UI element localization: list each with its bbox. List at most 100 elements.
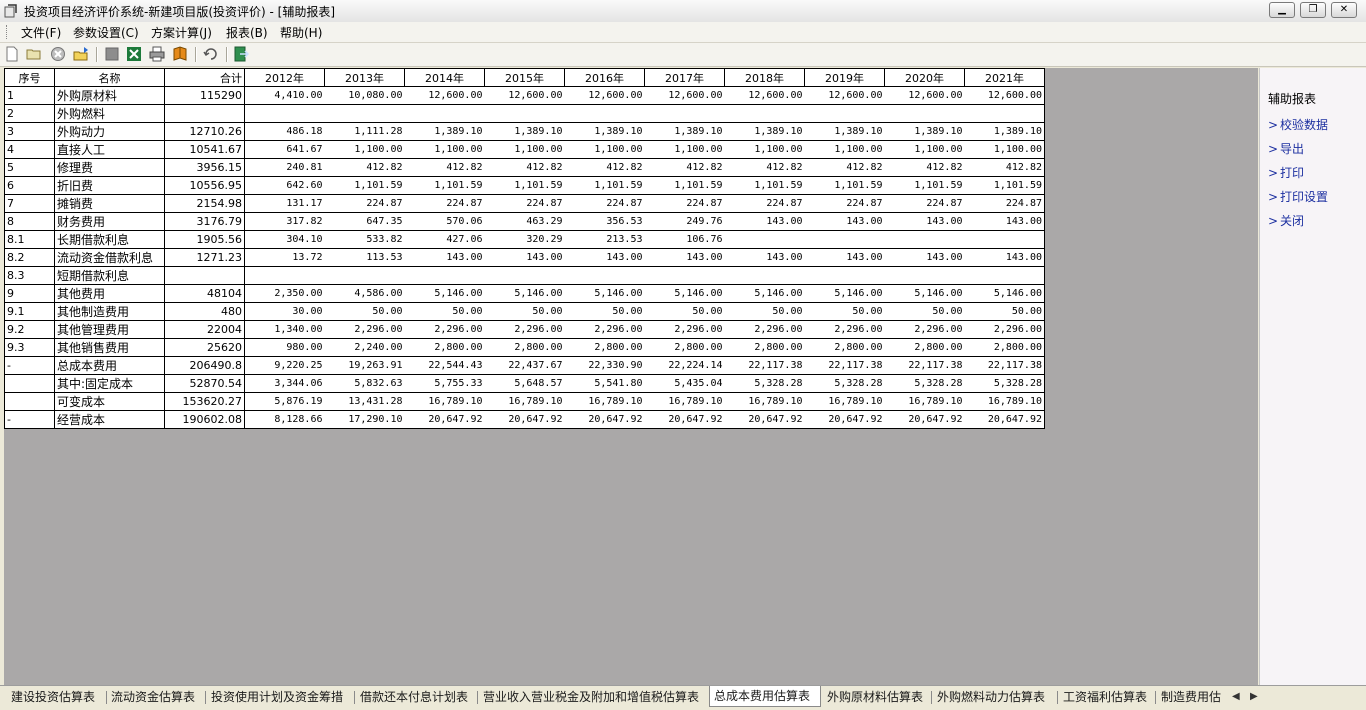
cell-year-value[interactable]: 5,328.28 — [724, 374, 805, 393]
cell-year-value[interactable]: 16,789.10 — [484, 392, 565, 411]
tab-working-capital[interactable]: 流动资金估算表 — [107, 688, 203, 706]
cell-no[interactable]: 9.3 — [4, 338, 55, 357]
cell-year-value[interactable]: 2,800.00 — [884, 338, 965, 357]
cell-year-value[interactable]: 1,100.00 — [324, 140, 405, 159]
cell-total[interactable]: 12710.26 — [164, 122, 245, 141]
cell-no[interactable]: - — [4, 356, 55, 375]
cell-year-value[interactable]: 1,101.59 — [804, 176, 885, 195]
tab-scroll-left-icon[interactable]: ◀ — [1232, 691, 1240, 702]
cell-total[interactable]: 3956.15 — [164, 158, 245, 177]
cell-year-value[interactable]: 5,146.00 — [404, 284, 485, 303]
cell-name[interactable]: 其他销售费用 — [54, 338, 165, 357]
cell-year-value[interactable]: 412.82 — [804, 158, 885, 177]
cell-year-value[interactable]: 5,648.57 — [484, 374, 565, 393]
cell-name[interactable]: 总成本费用 — [54, 356, 165, 375]
cell-year-value[interactable]: 12,600.00 — [644, 86, 725, 105]
cell-year-value[interactable]: 224.87 — [724, 194, 805, 213]
cell-year-value[interactable] — [324, 266, 405, 285]
cell-year-value[interactable]: 224.87 — [884, 194, 965, 213]
table-row[interactable]: 8.1 长期借款利息 1905.56 304.10 533.82 427.06 320.29… — [4, 230, 1045, 249]
cell-year-value[interactable]: 224.87 — [644, 194, 725, 213]
open-folder-icon[interactable] — [26, 46, 42, 62]
cell-year-value[interactable]: 50.00 — [964, 302, 1045, 321]
cell-year-value[interactable]: 1,389.10 — [884, 122, 965, 141]
cell-year-value[interactable]: 22,224.14 — [644, 356, 725, 375]
table-row[interactable]: 可变成本 153620.27 5,876.19 13,431.28 16,789.10 1… — [4, 392, 1045, 411]
table-row[interactable]: 9.2 其他管理费用 22004 1,340.00 2,296.00 2,296.00 2,… — [4, 320, 1045, 339]
cell-year-value[interactable]: 1,100.00 — [724, 140, 805, 159]
cell-total[interactable]: 22004 — [164, 320, 245, 339]
cell-no[interactable] — [4, 374, 55, 393]
cell-no[interactable] — [4, 392, 55, 411]
cell-year-value[interactable]: 2,800.00 — [964, 338, 1045, 357]
menu-file[interactable]: 文件(F) — [19, 24, 63, 41]
tab-total-cost[interactable]: 总成本费用估算表 — [709, 686, 821, 707]
cell-year-value[interactable]: 16,789.10 — [804, 392, 885, 411]
cell-year-value[interactable]: 5,146.00 — [564, 284, 645, 303]
cell-name[interactable]: 可变成本 — [54, 392, 165, 411]
cell-year-value[interactable]: 647.35 — [324, 212, 405, 231]
cell-year-value[interactable]: 1,100.00 — [884, 140, 965, 159]
cell-year-value[interactable]: 12,600.00 — [804, 86, 885, 105]
table-row[interactable]: 1 外购原材料 115290 4,410.00 10,080.00 12,600.00 12… — [4, 86, 1045, 105]
cell-year-value[interactable]: 1,100.00 — [964, 140, 1045, 159]
menu-help[interactable]: 帮助(H) — [278, 24, 324, 41]
cell-year-value[interactable]: 22,437.67 — [484, 356, 565, 375]
cell-year-value[interactable]: 143.00 — [964, 212, 1045, 231]
cell-year-value[interactable] — [884, 104, 965, 123]
cell-year-value[interactable]: 10,080.00 — [324, 86, 405, 105]
cell-name[interactable]: 财务费用 — [54, 212, 165, 231]
cell-year-value[interactable]: 412.82 — [964, 158, 1045, 177]
cell-year-value[interactable]: 5,146.00 — [644, 284, 725, 303]
cell-total[interactable]: 190602.08 — [164, 410, 245, 429]
cell-year-value[interactable]: 1,101.59 — [884, 176, 965, 195]
cell-year-value[interactable]: 8,128.66 — [244, 410, 325, 429]
cell-year-value[interactable]: 50.00 — [724, 302, 805, 321]
validate-data-link[interactable]: > 校验数据 — [1268, 116, 1328, 133]
cell-name[interactable]: 其他制造费用 — [54, 302, 165, 321]
cell-year-value[interactable]: 5,328.28 — [884, 374, 965, 393]
cell-year-value[interactable]: 224.87 — [804, 194, 885, 213]
cell-no[interactable]: 4 — [4, 140, 55, 159]
cell-name[interactable]: 外购动力 — [54, 122, 165, 141]
cell-no[interactable]: - — [4, 410, 55, 429]
cell-year-value[interactable]: 143.00 — [724, 248, 805, 267]
new-file-icon[interactable] — [4, 46, 20, 62]
cell-year-value[interactable]: 224.87 — [564, 194, 645, 213]
cell-year-value[interactable]: 22,544.43 — [404, 356, 485, 375]
cell-year-value[interactable]: 213.53 — [564, 230, 645, 249]
cell-year-value[interactable] — [884, 266, 965, 285]
cell-total[interactable]: 153620.27 — [164, 392, 245, 411]
cell-year-value[interactable]: 1,100.00 — [404, 140, 485, 159]
cell-year-value[interactable]: 5,435.04 — [644, 374, 725, 393]
cell-name[interactable]: 外购燃料 — [54, 104, 165, 123]
cell-name[interactable]: 其他费用 — [54, 284, 165, 303]
cell-year-value[interactable]: 50.00 — [644, 302, 725, 321]
cell-year-value[interactable]: 143.00 — [804, 248, 885, 267]
cell-year-value[interactable]: 50.00 — [884, 302, 965, 321]
cell-year-value[interactable]: 2,800.00 — [804, 338, 885, 357]
cell-year-value[interactable]: 1,389.10 — [484, 122, 565, 141]
cell-year-value[interactable]: 1,101.59 — [964, 176, 1045, 195]
cell-year-value[interactable]: 2,296.00 — [564, 320, 645, 339]
table-row[interactable]: 6 折旧费 10556.95 642.60 1,101.59 1,101.59 1,101.… — [4, 176, 1045, 195]
cell-no[interactable]: 9.1 — [4, 302, 55, 321]
tab-wages-welfare[interactable]: 工资福利估算表 — [1059, 688, 1153, 706]
cell-year-value[interactable]: 304.10 — [244, 230, 325, 249]
table-row[interactable]: 5 修理费 3956.15 240.81 412.82 412.82 412.82 412.8… — [4, 158, 1045, 177]
cell-name[interactable]: 其中:固定成本 — [54, 374, 165, 393]
cell-total[interactable]: 10541.67 — [164, 140, 245, 159]
print-icon[interactable] — [149, 46, 165, 62]
cell-year-value[interactable]: 5,146.00 — [484, 284, 565, 303]
cell-year-value[interactable]: 356.53 — [564, 212, 645, 231]
cell-year-value[interactable]: 106.76 — [644, 230, 725, 249]
cell-year-value[interactable] — [404, 104, 485, 123]
table-row[interactable]: 3 外购动力 12710.26 486.18 1,111.28 1,389.10 1,389… — [4, 122, 1045, 141]
cell-year-value[interactable]: 2,800.00 — [484, 338, 565, 357]
cell-total[interactable]: 25620 — [164, 338, 245, 357]
cell-name[interactable]: 直接人工 — [54, 140, 165, 159]
cell-year-value[interactable]: 5,832.63 — [324, 374, 405, 393]
cell-year-value[interactable]: 1,100.00 — [644, 140, 725, 159]
export-folder-icon[interactable] — [73, 46, 89, 62]
table-row[interactable]: - 总成本费用 206490.8 9,220.25 19,263.91 22,544.43… — [4, 356, 1045, 375]
